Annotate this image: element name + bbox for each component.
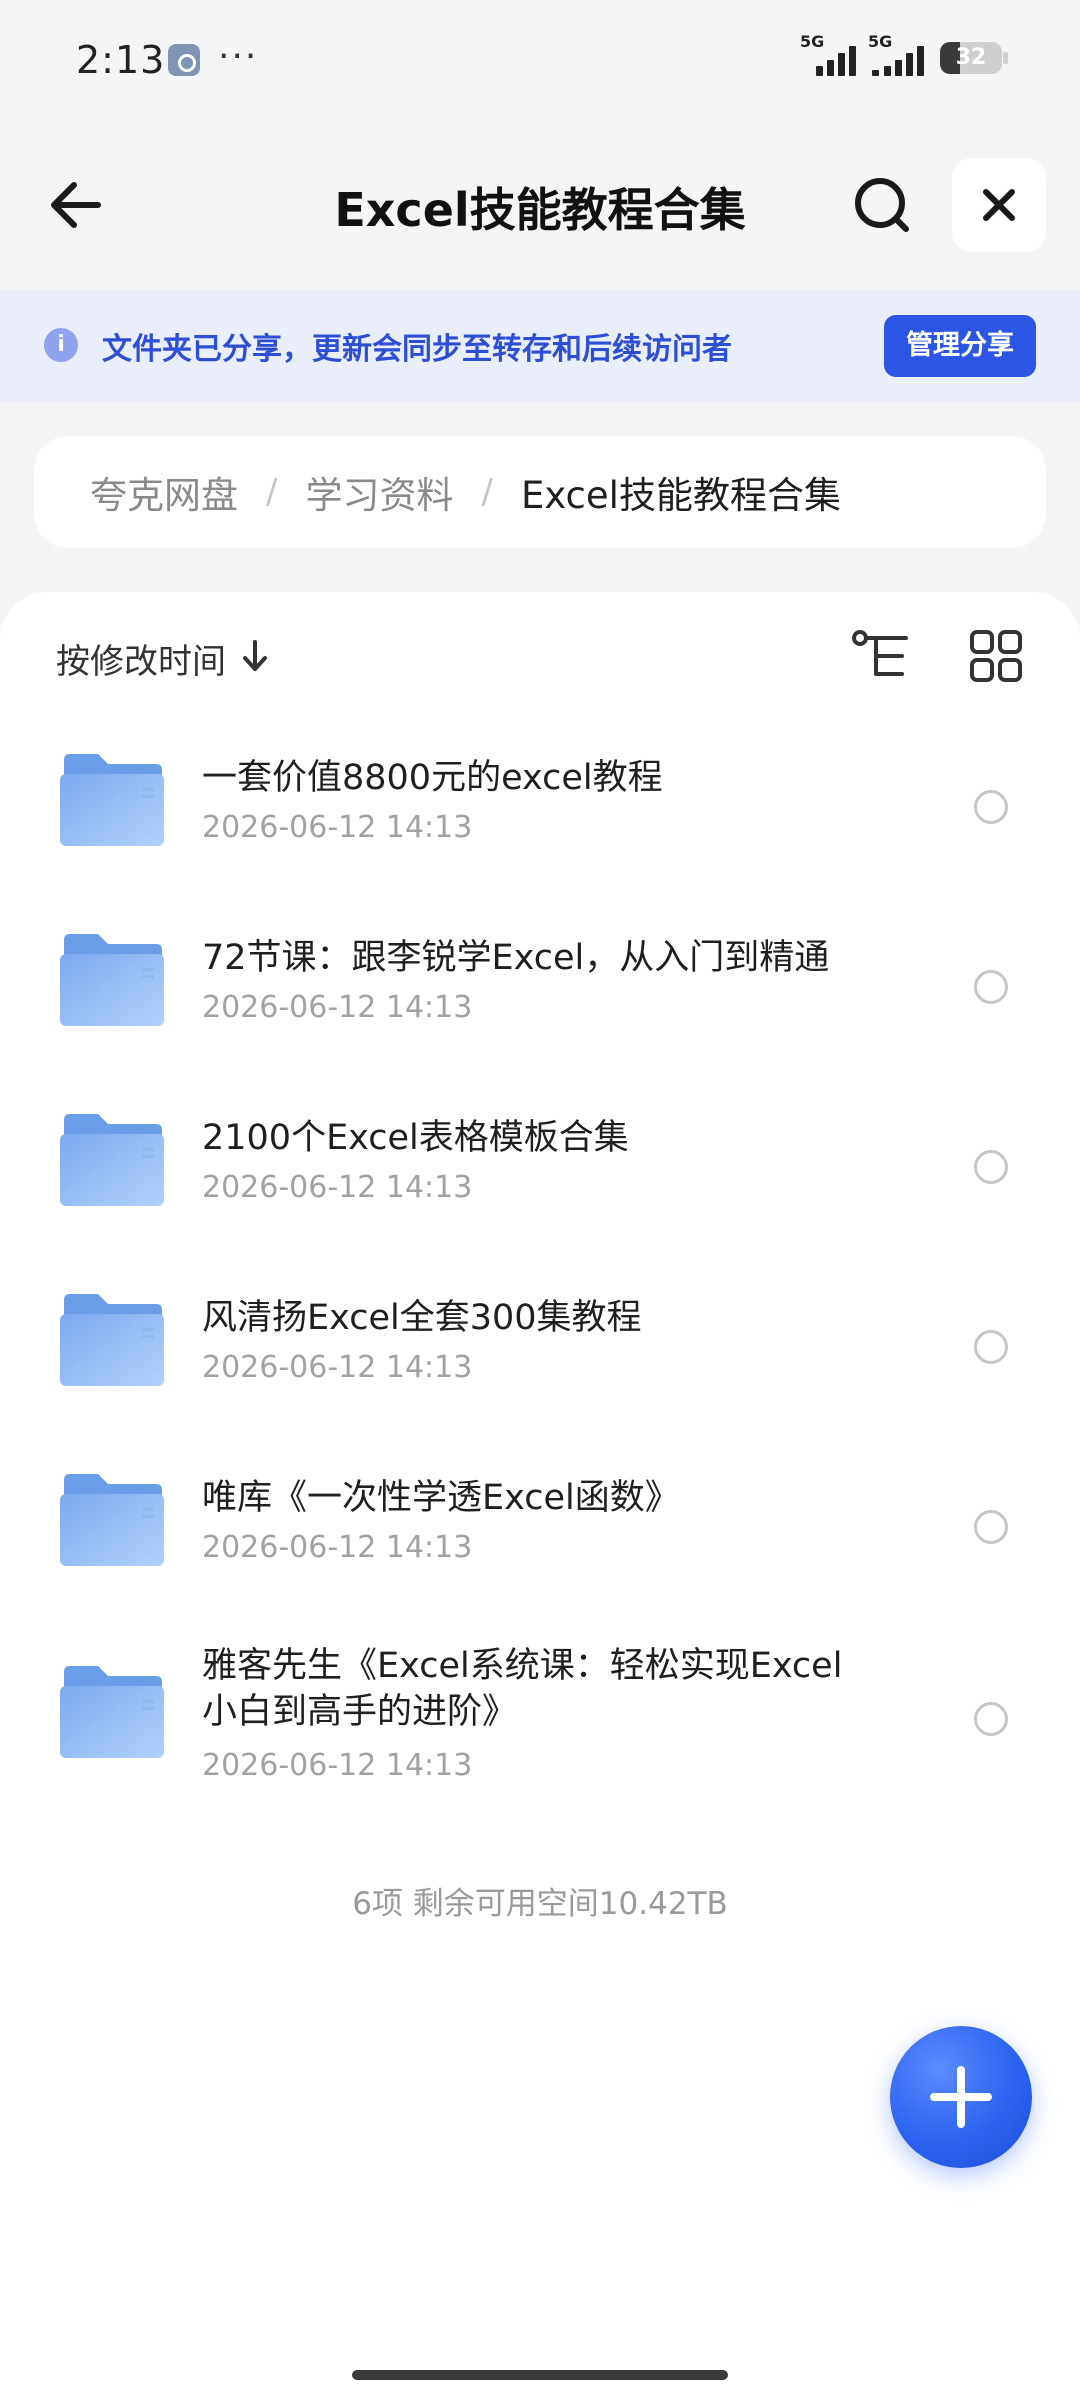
folder-icon — [60, 754, 164, 846]
arrow-left-icon — [51, 182, 101, 228]
file-date: 2026-06-12 14:13 — [202, 1530, 473, 1565]
select-checkbox[interactable] — [974, 1510, 1008, 1544]
grid-view-button[interactable] — [968, 628, 1024, 684]
file-name: 72节课：跟李锐学Excel，从入门到精通 — [202, 938, 830, 978]
status-time: 2:13 — [76, 38, 166, 82]
battery-tip — [1003, 52, 1008, 64]
file-row[interactable]: 一套价值8800元的excel教程 2026-06-12 14:13 — [0, 742, 1080, 902]
back-button[interactable] — [40, 165, 120, 245]
file-date: 2026-06-12 14:13 — [202, 1170, 473, 1205]
page-title: Excel技能教程合集 — [334, 183, 746, 237]
file-name: 2100个Excel表格模板合集 — [202, 1118, 629, 1158]
file-name: 唯库《一次性学透Excel函数》 — [202, 1478, 680, 1518]
storage-summary: 6项 剩余可用空间10.42TB — [352, 1886, 728, 1922]
battery-level: 32 — [955, 45, 987, 70]
tree-view-icon — [852, 630, 908, 676]
battery-icon: 32 — [940, 42, 1002, 74]
file-name: 一套价值8800元的excel教程 — [202, 758, 663, 798]
breadcrumb-item-root[interactable]: 夸克网盘 — [90, 465, 238, 519]
folder-icon — [60, 1474, 164, 1566]
status-more-icon: ··· — [218, 36, 259, 77]
folder-icon — [60, 1114, 164, 1206]
sort-by-modified-button[interactable]: 按修改时间 — [56, 634, 226, 683]
signal-2-label: 5G — [868, 32, 893, 51]
signal-1-label: 5G — [800, 32, 825, 51]
file-date: 2026-06-12 14:13 — [202, 1350, 473, 1385]
file-row[interactable]: 风清扬Excel全套300集教程 2026-06-12 14:13 — [0, 1282, 1080, 1442]
sort-toolbar: 按修改时间 — [0, 592, 1080, 722]
add-button[interactable] — [890, 2026, 1032, 2168]
grid-view-icon — [970, 630, 1022, 682]
close-icon — [983, 189, 1015, 221]
plus-icon — [930, 2066, 992, 2128]
breadcrumb-item-current: Excel技能教程合集 — [520, 474, 841, 517]
home-indicator[interactable] — [352, 2370, 728, 2380]
file-row[interactable]: 2100个Excel表格模板合集 2026-06-12 14:13 — [0, 1102, 1080, 1262]
info-icon: i — [44, 328, 78, 362]
folder-icon — [60, 1666, 164, 1758]
select-checkbox[interactable] — [974, 970, 1008, 1004]
file-date: 2026-06-12 14:13 — [202, 1748, 473, 1783]
signal-strength-1-icon: 5G — [800, 32, 860, 76]
breadcrumb-item-study[interactable]: 学习资料 — [305, 465, 453, 519]
manage-share-button[interactable]: 管理分享 — [884, 315, 1036, 377]
notification-app-icon — [168, 44, 200, 76]
select-checkbox[interactable] — [974, 1702, 1008, 1736]
share-banner: i 文件夹已分享，更新会同步至转存和后续访问者 管理分享 — [0, 290, 1080, 402]
folder-icon — [60, 934, 164, 1026]
tree-view-button[interactable] — [850, 628, 914, 684]
breadcrumb: 夸克网盘 / 学习资料 / Excel技能教程合集 — [34, 436, 1046, 548]
breadcrumb-separator: / — [266, 472, 278, 512]
breadcrumb-separator: / — [481, 472, 493, 512]
file-date: 2026-06-12 14:13 — [202, 810, 473, 845]
file-name: 风清扬Excel全套300集教程 — [202, 1298, 642, 1338]
search-button[interactable] — [842, 165, 922, 245]
folder-icon — [60, 1294, 164, 1386]
arrow-down-icon[interactable] — [240, 638, 270, 674]
close-button[interactable] — [952, 158, 1046, 252]
app-header: Excel技能教程合集 — [0, 140, 1080, 270]
file-date: 2026-06-12 14:13 — [202, 990, 473, 1025]
share-banner-text: 文件夹已分享，更新会同步至转存和后续访问者 — [102, 332, 732, 367]
select-checkbox[interactable] — [974, 790, 1008, 824]
search-icon — [855, 178, 909, 232]
signal-strength-2-icon: 5G — [868, 32, 928, 76]
file-row[interactable]: 雅客先生《Excel系统课：轻松实现Excel小白到高手的进阶》 2026-06… — [0, 1642, 1080, 1842]
file-row[interactable]: 唯库《一次性学透Excel函数》 2026-06-12 14:13 — [0, 1462, 1080, 1622]
file-row[interactable]: 72节课：跟李锐学Excel，从入门到精通 2026-06-12 14:13 — [0, 922, 1080, 1082]
status-bar: 2:13 ··· 5G 5G 32 — [0, 0, 1080, 120]
select-checkbox[interactable] — [974, 1150, 1008, 1184]
select-checkbox[interactable] — [974, 1330, 1008, 1364]
file-name: 雅客先生《Excel系统课：轻松实现Excel小白到高手的进阶》 — [202, 1646, 843, 1732]
